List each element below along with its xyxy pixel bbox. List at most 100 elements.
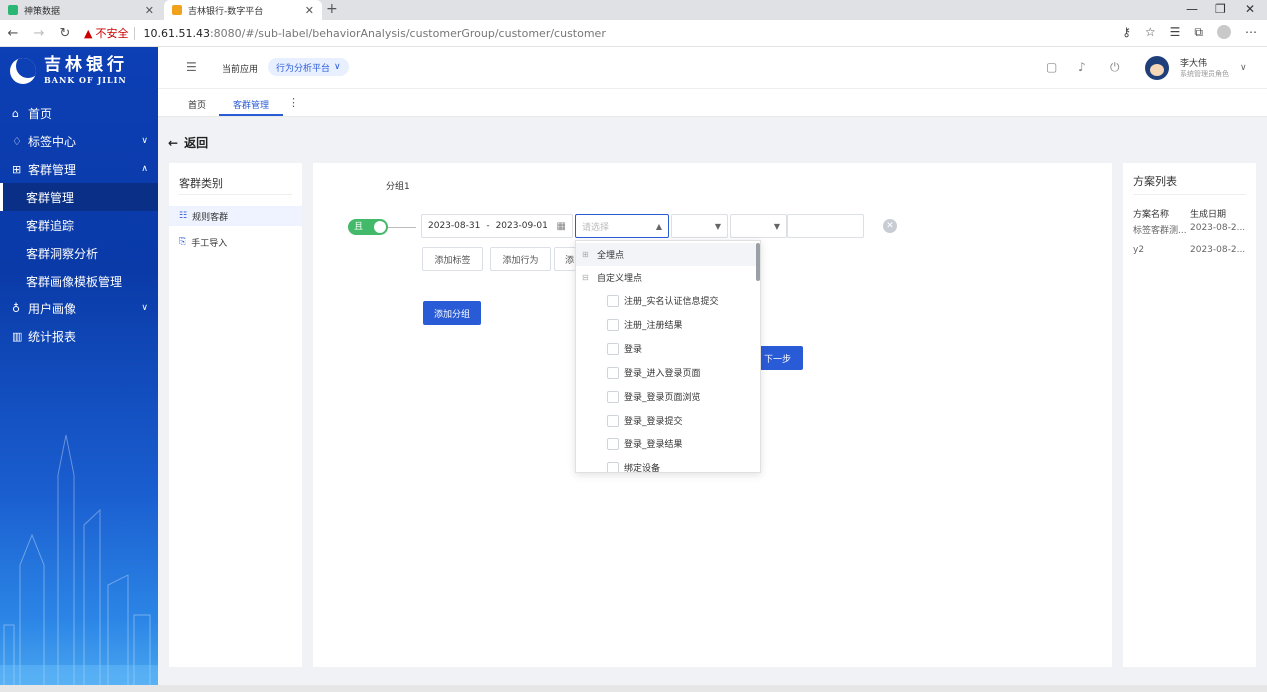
event-select[interactable]: 请选择 ▲ <box>575 214 669 238</box>
tab-customer-group[interactable]: 客群管理 <box>233 98 269 111</box>
category-manual-import[interactable]: ⎘ 手工导入 <box>169 232 302 252</box>
tab-favicon-icon <box>8 5 18 15</box>
sidebar-item-tag-center[interactable]: ♢ 标签中心 ∨ <box>0 127 158 155</box>
url-field[interactable]: 10.61.51.43:8080/#/sub-label/behaviorAna… <box>134 26 606 40</box>
remove-condition-icon[interactable]: ✕ <box>883 219 897 233</box>
operator-select[interactable]: ▼ <box>671 214 728 238</box>
city-skyline-illustration <box>0 434 158 685</box>
star-icon[interactable]: ☆ <box>1145 25 1156 40</box>
category-label: 手工导入 <box>191 238 228 249</box>
category-rule-group[interactable]: ☷ 规则客群 <box>169 206 302 226</box>
add-more-button[interactable]: 添 <box>554 247 576 271</box>
table-cell[interactable]: 标签客群测... <box>1133 223 1189 236</box>
collapse-icon[interactable]: ⊟ <box>582 273 589 282</box>
profile-icon[interactable] <box>1217 25 1231 39</box>
add-tag-button[interactable]: 添加标签 <box>422 247 483 271</box>
option-row[interactable]: 登录_登录结果 <box>576 432 756 455</box>
power-icon[interactable]: ⏻ <box>1110 60 1120 75</box>
browser-tab-1[interactable]: 神策数据 ✕ <box>0 0 162 20</box>
sidebar-subitem-portrait-template[interactable]: 客群画像模板管理 <box>0 267 158 295</box>
close-tab-icon[interactable]: ✕ <box>305 4 314 17</box>
security-indicator[interactable]: ▲ 不安全 <box>84 25 128 41</box>
bell-icon[interactable]: ♪ <box>1078 60 1086 74</box>
collections-icon[interactable]: ⧉ <box>1194 25 1203 40</box>
sidebar-item-label: 用户画像 <box>28 301 77 316</box>
sidebar-item-reports[interactable]: ▥ 统计报表 <box>0 322 158 350</box>
app-select[interactable]: 行为分析平台 ∨ <box>268 58 349 76</box>
tag-icon: ♢ <box>12 134 22 148</box>
tab-favicon-icon <box>172 5 182 15</box>
option-row[interactable]: 绑定设备 <box>576 456 756 472</box>
checkbox[interactable] <box>607 437 619 450</box>
checkbox[interactable] <box>607 366 619 379</box>
checkbox[interactable] <box>607 318 619 331</box>
close-tab-icon[interactable]: ✕ <box>145 4 154 17</box>
checkbox[interactable] <box>607 342 619 355</box>
browser-tab-title: 吉林银行-数字平台 <box>188 6 264 17</box>
checkbox[interactable] <box>607 414 619 427</box>
sidebar-subitem-group-tracking[interactable]: 客群追踪 <box>0 211 158 239</box>
back-nav-icon[interactable]: ← <box>0 26 26 41</box>
option-row[interactable]: 登录_登录页面浏览 <box>576 385 756 408</box>
sidebar-subitem-group-insight[interactable]: 客群洞察分析 <box>0 239 158 267</box>
document-icon[interactable]: ▢ <box>1046 60 1057 74</box>
brand-name-cn: 吉林银行 <box>44 55 128 75</box>
sidebar-item-user-portrait[interactable]: ♁ 用户画像 ∨ <box>0 294 158 322</box>
collapse-menu-icon[interactable]: ☰ <box>186 60 197 74</box>
more-icon[interactable]: ⋯ <box>1245 25 1257 40</box>
caret-down-icon: ▼ <box>773 221 780 231</box>
user-role: 系统管理员角色 <box>1180 70 1229 78</box>
forward-nav-icon[interactable]: → <box>26 26 52 41</box>
option-row[interactable]: 登录_进入登录页面 <box>576 361 756 384</box>
chevron-down-icon[interactable]: ∨ <box>1240 63 1247 73</box>
insecure-label: 不安全 <box>95 27 129 40</box>
checkbox[interactable] <box>607 294 619 307</box>
sidebar-item-customer-group[interactable]: ⊞ 客群管理 ∧ <box>0 155 158 183</box>
app-header: ☰ 当前应用 行为分析平台 ∨ ▢ ♪ ⏻ 李大伟 系统管理员角色 ∨ <box>158 47 1267 89</box>
option-row[interactable]: 登录 <box>576 337 756 360</box>
option-row[interactable]: 注册_注册结果 <box>576 313 756 336</box>
divider <box>1133 194 1246 195</box>
panel-title: 客群类别 <box>179 177 223 190</box>
user-name: 李大伟 <box>1180 59 1208 69</box>
plan-list-panel: 方案列表 方案名称 生成日期 标签客群测... 2023-08-2... y2 … <box>1123 163 1256 667</box>
group-category-panel: 客群类别 ☷ 规则客群 ⎘ 手工导入 <box>169 163 302 667</box>
sidebar-subitem-group-management[interactable]: 客群管理 <box>0 183 158 211</box>
more-vertical-icon[interactable]: ⋮ <box>288 96 299 109</box>
browser-tab-2[interactable]: 吉林银行-数字平台 ✕ <box>164 0 322 20</box>
home-icon: ⌂ <box>12 106 19 120</box>
close-window-icon[interactable]: ✕ <box>1245 2 1255 16</box>
date-range-picker[interactable]: 2023-08-31 - 2023-09-01 ▦ <box>421 214 573 238</box>
tab-home[interactable]: 首页 <box>188 98 206 111</box>
add-group-button[interactable]: 添加分组 <box>423 301 481 325</box>
checkbox[interactable] <box>607 461 619 472</box>
value-input[interactable] <box>787 214 864 238</box>
address-bar: ← → ↻ ▲ 不安全 10.61.51.43:8080/#/sub-label/… <box>0 20 1267 47</box>
tree-node-custom-points[interactable]: ⊟ 自定义埋点 <box>576 266 756 289</box>
active-tab-indicator <box>219 114 283 116</box>
page-tabs: 首页 客群管理 ⋮ <box>158 89 1267 117</box>
option-row[interactable]: 注册_实名认证信息提交 <box>576 289 756 312</box>
expand-icon[interactable]: ⊞ <box>582 250 589 259</box>
divider <box>179 194 292 195</box>
avatar[interactable] <box>1145 56 1169 80</box>
option-label: 登录_登录页面浏览 <box>624 393 701 403</box>
tree-node-all-points[interactable]: ⊞ 全埋点 <box>576 243 756 266</box>
option-row[interactable]: 登录_登录提交 <box>576 409 756 432</box>
key-icon[interactable]: ⚷ <box>1122 25 1131 40</box>
dropdown-scrollbar[interactable] <box>756 243 760 281</box>
reload-icon[interactable]: ↻ <box>52 26 78 41</box>
brand-name-en: BANK OF JILIN <box>44 75 127 85</box>
sidebar-item-home[interactable]: ⌂ 首页 <box>0 99 158 127</box>
checkbox[interactable] <box>607 390 619 403</box>
condition-select[interactable]: ▼ <box>730 214 787 238</box>
add-behavior-button[interactable]: 添加行为 <box>490 247 551 271</box>
option-label: 登录_登录结果 <box>624 440 683 450</box>
favorites-icon[interactable]: ☰ <box>1170 25 1181 40</box>
maximize-icon[interactable]: ❐ <box>1215 2 1226 16</box>
and-or-toggle[interactable]: 且 <box>348 219 388 235</box>
minimize-icon[interactable]: — <box>1186 2 1198 16</box>
new-tab-button[interactable]: + <box>326 1 338 17</box>
back-button[interactable]: ← 返回 <box>168 134 208 151</box>
table-cell[interactable]: y2 <box>1133 245 1189 255</box>
